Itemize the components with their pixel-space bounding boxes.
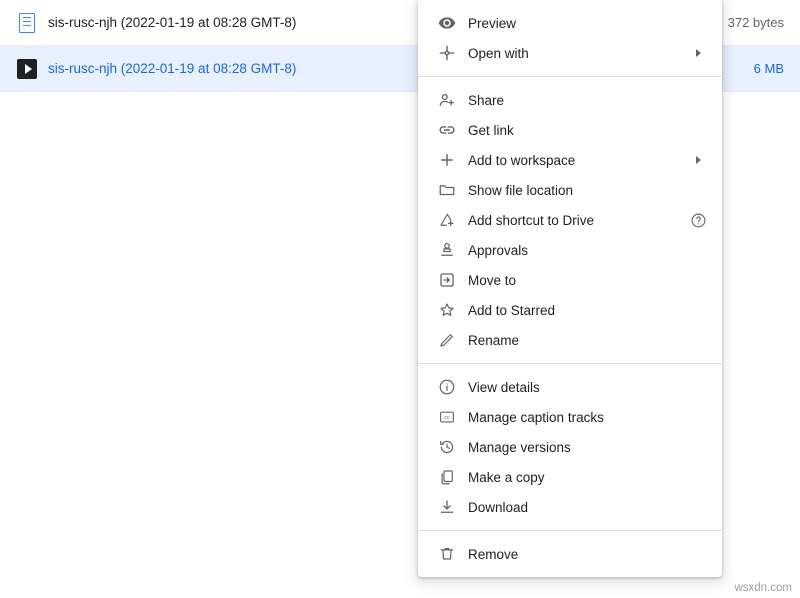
watermark: wsxdn.com (734, 582, 792, 594)
closed-caption-icon: cc (438, 408, 468, 426)
menu-divider (418, 76, 722, 77)
menu-item-preview[interactable]: Preview (418, 8, 722, 38)
menu-item-label: Rename (468, 333, 686, 348)
submenu-arrow-icon (686, 49, 710, 57)
menu-item-label: Move to (468, 273, 686, 288)
download-icon (438, 498, 468, 516)
menu-item-label: Add to workspace (468, 153, 686, 168)
context-menu: Preview Open with Share Get link (418, 0, 722, 577)
menu-item-show-file-location[interactable]: Show file location (418, 175, 722, 205)
add-shortcut-icon (438, 211, 468, 229)
menu-item-open-with[interactable]: Open with (418, 38, 722, 68)
menu-item-add-to-starred[interactable]: Add to Starred (418, 295, 722, 325)
pencil-icon (438, 331, 468, 349)
approvals-icon (438, 241, 468, 259)
menu-divider (418, 530, 722, 531)
menu-item-rename[interactable]: Rename (418, 325, 722, 355)
menu-item-label: Approvals (468, 243, 686, 258)
menu-item-label: View details (468, 380, 686, 395)
person-add-icon (438, 91, 468, 109)
svg-text:cc: cc (444, 415, 450, 421)
file-name: sis-rusc-njh (2022-01-19 at 08:28 GMT-8) (44, 15, 444, 30)
menu-group-open: Preview Open with (418, 8, 722, 68)
info-icon (438, 378, 468, 396)
eye-icon (438, 14, 468, 32)
star-icon (438, 301, 468, 319)
menu-item-label: Get link (468, 123, 686, 138)
menu-item-label: Preview (468, 16, 686, 31)
trash-icon (438, 545, 468, 563)
copy-icon (438, 468, 468, 486)
history-icon (438, 438, 468, 456)
menu-item-move-to[interactable]: Move to (418, 265, 722, 295)
menu-item-label: Remove (468, 547, 686, 562)
menu-item-get-link[interactable]: Get link (418, 115, 722, 145)
help-icon[interactable] (686, 212, 710, 229)
menu-item-label: Manage versions (468, 440, 686, 455)
move-to-icon (438, 271, 468, 289)
folder-icon (438, 181, 468, 199)
open-with-icon (438, 44, 468, 62)
menu-item-label: Open with (468, 46, 686, 61)
menu-item-remove[interactable]: Remove (418, 539, 722, 569)
menu-group-details: View details cc Manage caption tracks Ma… (418, 372, 722, 522)
submenu-arrow-icon (686, 156, 710, 164)
menu-item-label: Make a copy (468, 470, 686, 485)
menu-item-add-to-workspace[interactable]: Add to workspace (418, 145, 722, 175)
menu-item-manage-caption-tracks[interactable]: cc Manage caption tracks (418, 402, 722, 432)
menu-item-view-details[interactable]: View details (418, 372, 722, 402)
link-icon (438, 121, 468, 139)
menu-item-download[interactable]: Download (418, 492, 722, 522)
menu-group-remove: Remove (418, 539, 722, 569)
file-name: sis-rusc-njh (2022-01-19 at 08:28 GMT-8) (44, 61, 444, 76)
menu-item-label: Show file location (468, 183, 686, 198)
menu-item-approvals[interactable]: Approvals (418, 235, 722, 265)
video-file-icon (10, 59, 44, 79)
menu-group-actions: Share Get link Add to workspace Show fil… (418, 85, 722, 355)
menu-item-label: Share (468, 93, 686, 108)
menu-item-label: Add shortcut to Drive (468, 213, 686, 228)
menu-item-label: Download (468, 500, 686, 515)
menu-item-manage-versions[interactable]: Manage versions (418, 432, 722, 462)
menu-divider (418, 363, 722, 364)
google-doc-icon (10, 13, 44, 33)
menu-item-label: Manage caption tracks (468, 410, 686, 425)
plus-icon (438, 151, 468, 169)
menu-item-share[interactable]: Share (418, 85, 722, 115)
menu-item-make-a-copy[interactable]: Make a copy (418, 462, 722, 492)
menu-item-label: Add to Starred (468, 303, 686, 318)
menu-item-add-shortcut-to-drive[interactable]: Add shortcut to Drive (418, 205, 722, 235)
